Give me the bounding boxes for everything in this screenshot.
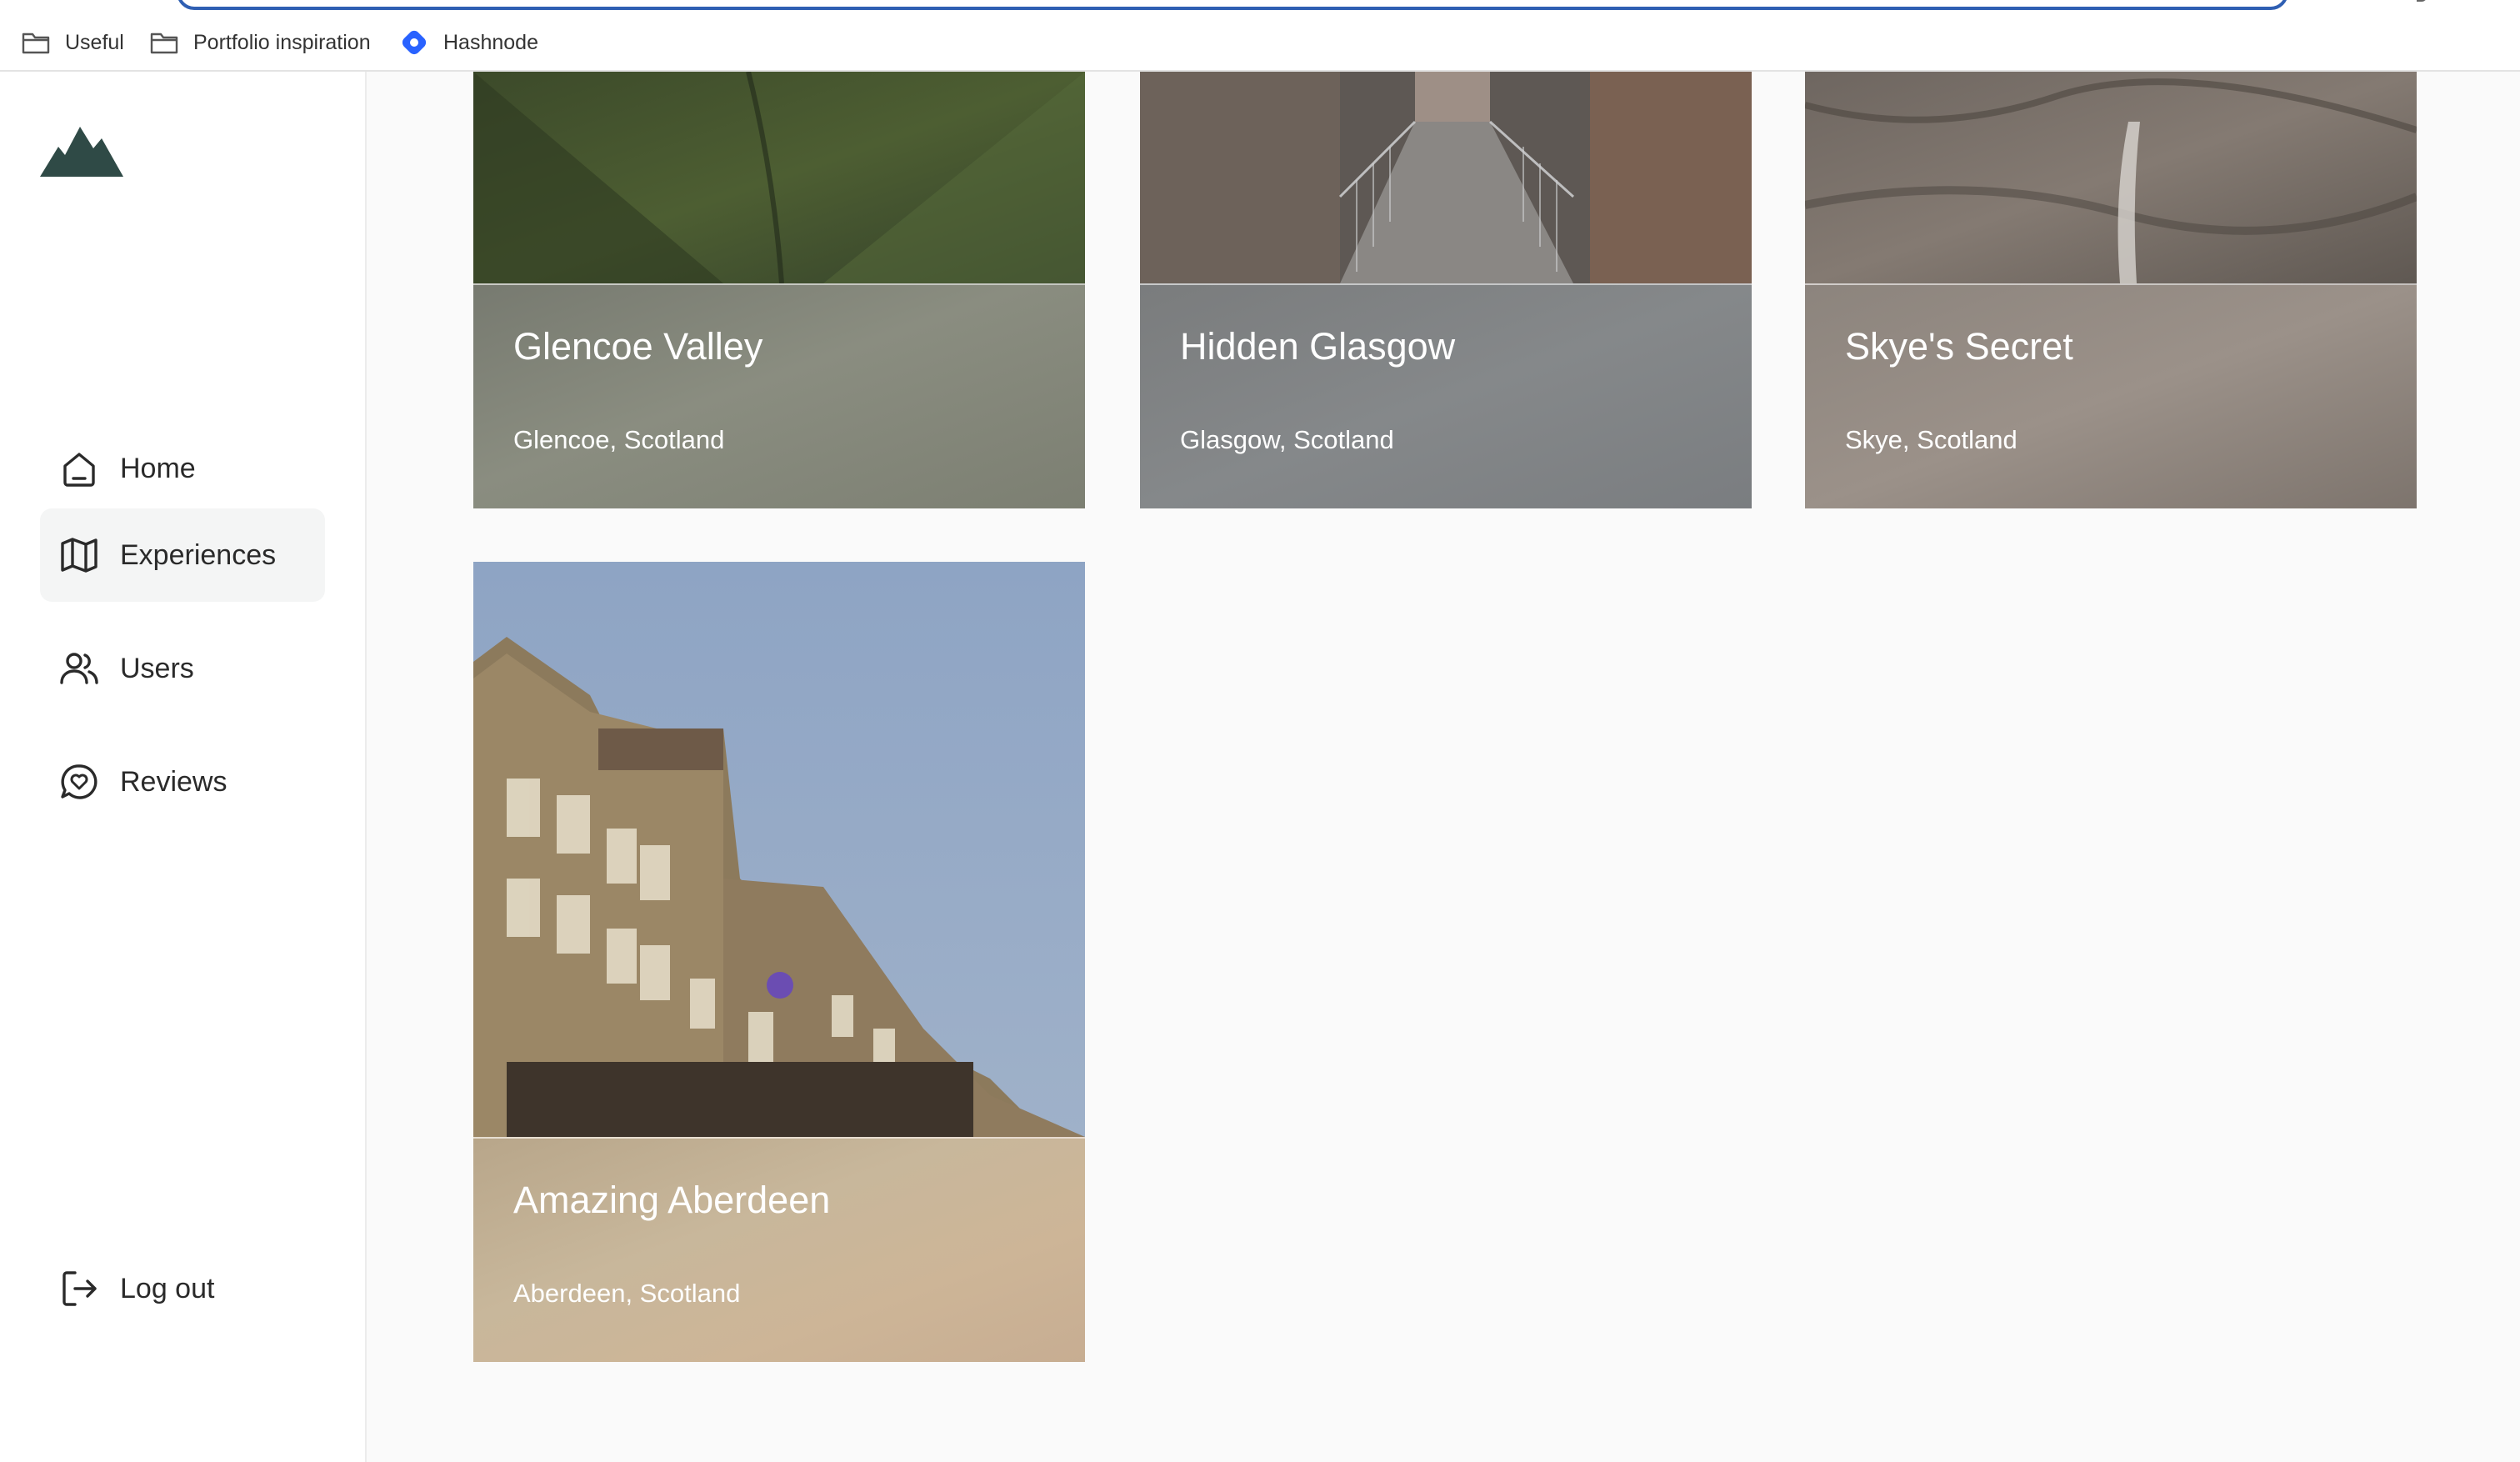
experience-location: Skye, Scotland [1845, 425, 2018, 454]
address-bar[interactable] [177, 0, 2288, 10]
logout-label: Log out [120, 1272, 215, 1304]
experience-location: Glencoe, Scotland [513, 425, 725, 454]
nav-users[interactable]: Users [40, 622, 325, 715]
bookmark-label: Hashnode [443, 30, 538, 54]
bookmark-useful[interactable]: Useful [22, 23, 124, 62]
experience-info: Skye's Secret Skye, Scotland [1805, 283, 2417, 508]
folder-icon [22, 31, 50, 54]
experience-photo [1805, 72, 2417, 283]
folder-icon [150, 31, 178, 54]
experience-location: Glasgow, Scotland [1180, 425, 1394, 454]
experiences-grid: Glencoe Valley Glencoe, Scotland Hidden … [368, 72, 2520, 1462]
experience-info: Amazing Aberdeen Aberdeen, Scotland [473, 1137, 1085, 1362]
nav-label: Users [120, 652, 194, 684]
experience-card[interactable]: Hidden Glasgow Glasgow, Scotland [1140, 72, 1752, 508]
bookmark-hashnode[interactable]: Hashnode [400, 23, 538, 62]
bookmark-portfolio-inspiration[interactable]: Portfolio inspiration [150, 23, 371, 62]
nav-label: Reviews [120, 765, 228, 798]
nav-label: Experiences [120, 538, 277, 571]
experience-title: Skye's Secret [1845, 325, 2073, 368]
map-icon [58, 534, 100, 576]
experience-photo [473, 562, 1085, 1137]
experience-photo [1140, 72, 1752, 283]
experience-title: Glencoe Valley [513, 325, 763, 368]
experience-title: Amazing Aberdeen [513, 1179, 831, 1221]
hashnode-icon [400, 28, 428, 57]
bookmarks-bar: Useful Portfolio inspiration Hashnode [0, 0, 2520, 72]
experience-card[interactable]: Glencoe Valley Glencoe, Scotland [473, 72, 1085, 508]
experience-info: Hidden Glasgow Glasgow, Scotland [1140, 283, 1752, 508]
nav-experiences[interactable]: Experiences [40, 508, 325, 602]
mountain-logo[interactable] [40, 123, 123, 181]
experience-location: Aberdeen, Scotland [513, 1279, 741, 1308]
experience-card[interactable]: Skye's Secret Skye, Scotland [1805, 72, 2417, 508]
users-icon [58, 648, 100, 689]
experience-info: Glencoe Valley Glencoe, Scotland [473, 283, 1085, 508]
nav-label: Home [120, 452, 196, 484]
reviews-icon [58, 761, 100, 803]
home-icon [58, 448, 100, 489]
logout-icon [58, 1268, 100, 1309]
chevron-icon [2417, 0, 2427, 2]
experience-title: Hidden Glasgow [1180, 325, 1456, 368]
sidebar: Home Experiences Users Reviews Log out [0, 72, 367, 1462]
nav-home[interactable]: Home [40, 422, 325, 515]
nav-reviews[interactable]: Reviews [40, 735, 325, 829]
experience-photo [473, 72, 1085, 283]
bookmark-label: Portfolio inspiration [193, 30, 371, 54]
bookmark-label: Useful [65, 30, 124, 54]
logout-button[interactable]: Log out [40, 1242, 325, 1335]
experience-card[interactable]: Amazing Aberdeen Aberdeen, Scotland [473, 562, 1085, 1362]
